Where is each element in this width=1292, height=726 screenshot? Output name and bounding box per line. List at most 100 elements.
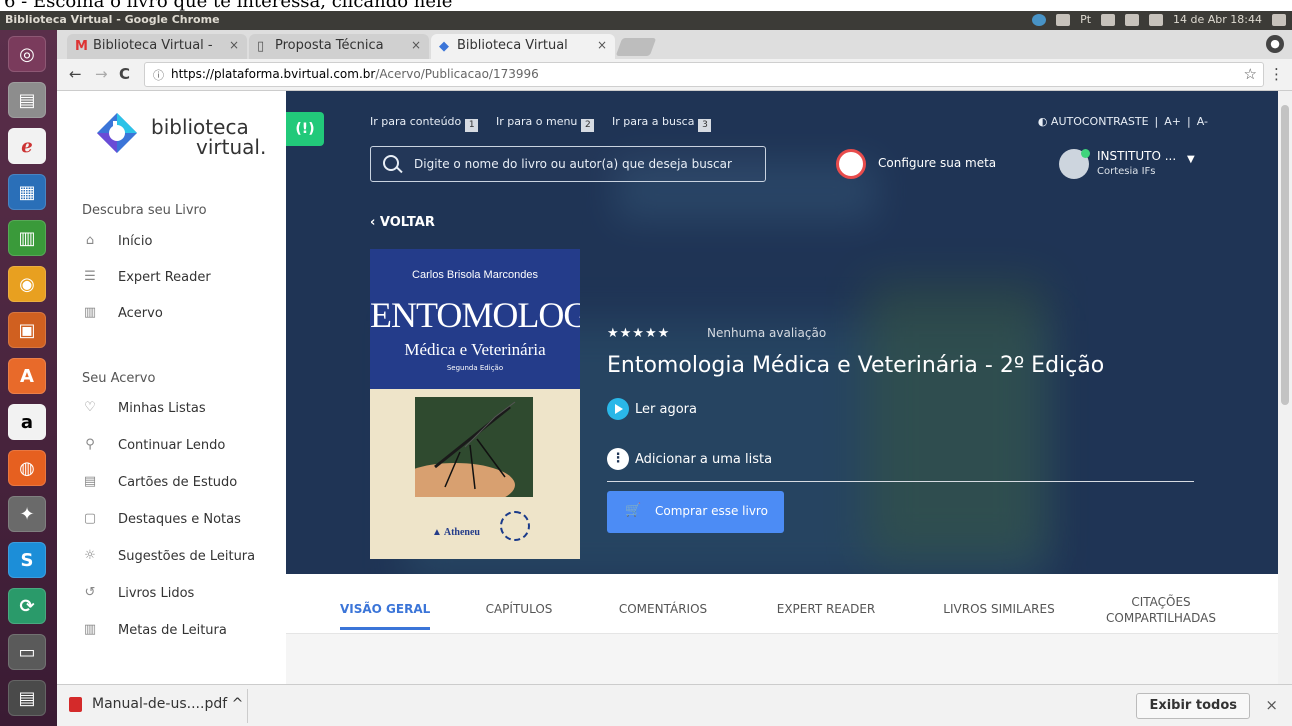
show-all-downloads-button[interactable]: Exibir todos — [1136, 693, 1250, 719]
bvirtual-icon: ◆ — [439, 39, 449, 54]
nav-item-label: Cartões de Estudo — [118, 475, 238, 490]
accessibility-alert-button[interactable]: (!) — [286, 112, 324, 146]
close-icon[interactable]: × — [597, 38, 607, 52]
chrome-icon[interactable]: ◉ — [8, 266, 46, 302]
close-icon[interactable]: × — [411, 38, 421, 52]
skip-link-content[interactable]: Ir para conteúdo 1 — [370, 115, 479, 132]
nav-item-sugestoes[interactable]: ☼ Sugestões de Leitura — [82, 548, 272, 570]
cover-title: ENTOMOLOGIA — [370, 295, 580, 335]
skip-link-menu[interactable]: Ir para o menu 2 — [496, 115, 595, 132]
tab-gmail[interactable]: M Biblioteca Virtual - × — [67, 34, 247, 59]
biblioteca-virtual-logo[interactable]: biblioteca virtual. — [95, 111, 266, 159]
tab-biblioteca-active[interactable]: ◆ Biblioteca Virtual × — [431, 34, 615, 59]
reload-icon[interactable]: C — [119, 65, 130, 83]
calc-icon[interactable]: ▥ — [8, 220, 46, 256]
skype-tray-icon[interactable] — [1032, 13, 1047, 26]
tab-capitulos[interactable]: CAPÍTULOS — [474, 602, 564, 616]
trash-icon[interactable]: ▤ — [8, 680, 46, 716]
keyboard-indicator[interactable]: Pt — [1080, 13, 1091, 26]
cover-publisher: ▲ Atheneu — [432, 527, 480, 538]
tab-strip: M Biblioteca Virtual - × ▯ Proposta Técn… — [57, 30, 1292, 59]
nav-item-label: Destaques e Notas — [118, 512, 241, 527]
bluetooth-icon[interactable] — [1101, 13, 1116, 26]
tab-label: LIVROS SIMILARES — [943, 602, 1055, 616]
evince-icon[interactable]: ℯ — [8, 128, 46, 164]
nav-item-label: Continuar Lendo — [118, 438, 226, 453]
tab-livros-similares[interactable]: LIVROS SIMILARES — [924, 602, 1074, 616]
new-tab-button[interactable] — [615, 38, 657, 56]
tab-visao-geral[interactable]: VISÃO GERAL — [340, 602, 431, 630]
nav-section-descubra: Descubra seu Livro — [82, 203, 207, 218]
files-icon[interactable]: ▤ — [8, 82, 46, 118]
wifi-icon[interactable] — [1056, 13, 1071, 26]
tab-label: VISÃO GERAL — [340, 602, 431, 616]
play-icon — [607, 398, 629, 420]
back-arrow-icon[interactable]: ← — [69, 65, 82, 83]
skype-icon[interactable]: S — [8, 542, 46, 578]
bookmark-star-icon[interactable]: ☆ — [1244, 65, 1257, 83]
writer-icon[interactable]: ▦ — [8, 174, 46, 210]
cover-author: Carlos Brisola Marcondes — [412, 269, 538, 281]
skip-link-label: Ir para o menu — [496, 115, 578, 128]
nav-item-minhas-listas[interactable]: ♡ Minhas Listas — [82, 400, 272, 422]
shortcut-key: 2 — [581, 119, 595, 132]
chrome-window: M Biblioteca Virtual - × ▯ Proposta Técn… — [57, 30, 1292, 726]
close-icon[interactable]: × — [229, 38, 239, 52]
nav-item-cartoes-estudo[interactable]: ▤ Cartões de Estudo — [82, 474, 272, 496]
amazon-icon[interactable]: a — [8, 404, 46, 440]
tab-expert-reader[interactable]: EXPERT READER — [766, 602, 886, 616]
forward-arrow-icon[interactable]: → — [95, 65, 108, 83]
volume-icon[interactable] — [1149, 13, 1164, 26]
close-icon[interactable]: × — [1265, 696, 1278, 714]
profile-icon[interactable]: ● — [1266, 35, 1284, 53]
divider — [607, 481, 1194, 482]
workspace-icon[interactable]: ▭ — [8, 634, 46, 670]
firefox-icon[interactable]: ◍ — [8, 450, 46, 486]
active-tab-indicator — [340, 627, 430, 630]
settings-gear-icon[interactable] — [1272, 13, 1286, 26]
publisher-label: Atheneu — [443, 527, 480, 538]
tab-proposta[interactable]: ▯ Proposta Técnica × — [249, 34, 429, 59]
clock[interactable]: 14 de Abr 18:44 — [1173, 13, 1262, 26]
impress-icon[interactable]: ▣ — [8, 312, 46, 348]
content-tabs: VISÃO GERAL CAPÍTULOS COMENTÁRIOS EXPERT… — [286, 574, 1278, 634]
book-hero: (!) Ir para conteúdo 1 Ir para o menu 2 Ir… — [286, 91, 1278, 574]
web-page: biblioteca virtual. Descubra seu Livro ⌂… — [57, 91, 1292, 684]
nav-item-metas[interactable]: ▥ Metas de Leitura — [82, 622, 272, 644]
software-center-icon[interactable]: A — [8, 358, 46, 394]
book-cover[interactable]: Carlos Brisola Marcondes ENTOMOLOGIA Méd… — [370, 249, 580, 559]
rating-stars[interactable]: ★★★★★ — [607, 326, 670, 341]
rating-text: Nenhuma avaliação — [707, 326, 827, 340]
download-filename-text: Manual-de-us....pdf — [92, 696, 228, 712]
nav-item-label: Acervo — [118, 306, 163, 321]
tab-comentarios[interactable]: COMENTÁRIOS — [608, 602, 718, 616]
downloads-bar: Manual-de-us....pdf ^ Exibir todos × — [57, 684, 1292, 726]
update-icon[interactable]: ⟳ — [8, 588, 46, 624]
nav-item-destaques-notas[interactable]: ▢ Destaques e Notas — [82, 511, 272, 533]
page-scrollbar[interactable] — [1278, 91, 1292, 684]
cover-header: Carlos Brisola Marcondes ENTOMOLOGIA Méd… — [370, 249, 580, 389]
system-settings-icon[interactable]: ✦ — [8, 496, 46, 532]
scrollbar-thumb[interactable] — [1281, 105, 1289, 405]
nav-item-label: Sugestões de Leitura — [118, 549, 256, 564]
search-icon — [383, 155, 399, 171]
address-bar[interactable]: ⓘ https://plataforma.bvirtual.com.br/Ace… — [144, 62, 1264, 87]
buy-book-button[interactable]: 🛒 Comprar esse livro — [607, 491, 784, 533]
tab-citacoes-compartilhadas[interactable]: CITAÇÕES COMPARTILHADAS — [1096, 594, 1226, 626]
download-item[interactable]: Manual-de-us....pdf ^ — [67, 692, 252, 720]
nav-item-livros-lidos[interactable]: ↺ Livros Lidos — [82, 585, 272, 607]
dash-icon[interactable]: ◎ — [8, 36, 46, 72]
buy-label: Comprar esse livro — [655, 504, 768, 518]
chrome-menu-icon[interactable]: ⋮ — [1269, 65, 1284, 83]
nav-item-acervo[interactable]: ▥ Acervo — [82, 305, 272, 327]
nav-item-label: Metas de Leitura — [118, 623, 227, 638]
history-icon: ↺ — [84, 585, 96, 600]
shortcut-key: 1 — [465, 119, 479, 132]
pdf-icon — [69, 697, 82, 712]
back-link[interactable]: ‹ VOLTAR — [370, 215, 435, 230]
nav-item-label: Minhas Listas — [118, 401, 206, 416]
battery-icon[interactable] — [1125, 13, 1140, 26]
nav-item-expert-reader[interactable]: ☰ Expert Reader — [82, 269, 272, 291]
nav-item-continuar-lendo[interactable]: ⚲ Continuar Lendo — [82, 437, 272, 459]
nav-item-inicio[interactable]: ⌂ Início — [82, 233, 272, 255]
